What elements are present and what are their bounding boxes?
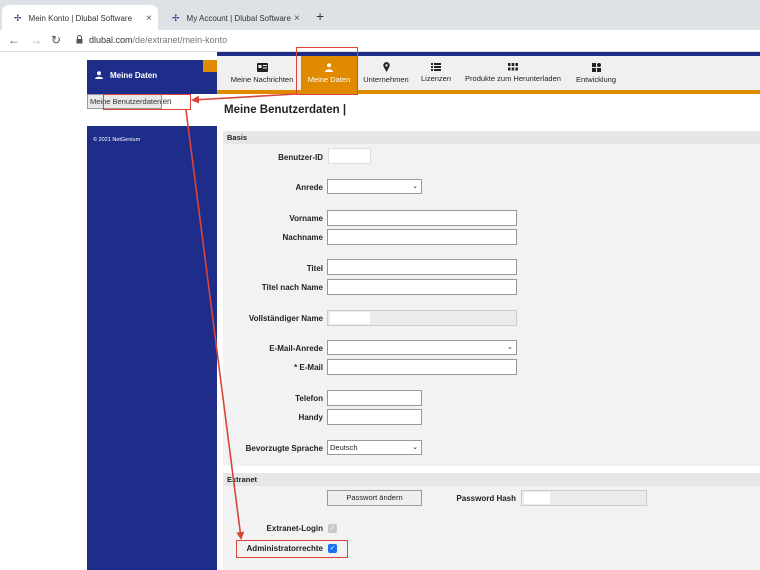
arrow-to-administratorrechte [185,109,245,540]
annotation-arrows [185,93,297,540]
arrow-to-sidebar-item [191,93,297,104]
